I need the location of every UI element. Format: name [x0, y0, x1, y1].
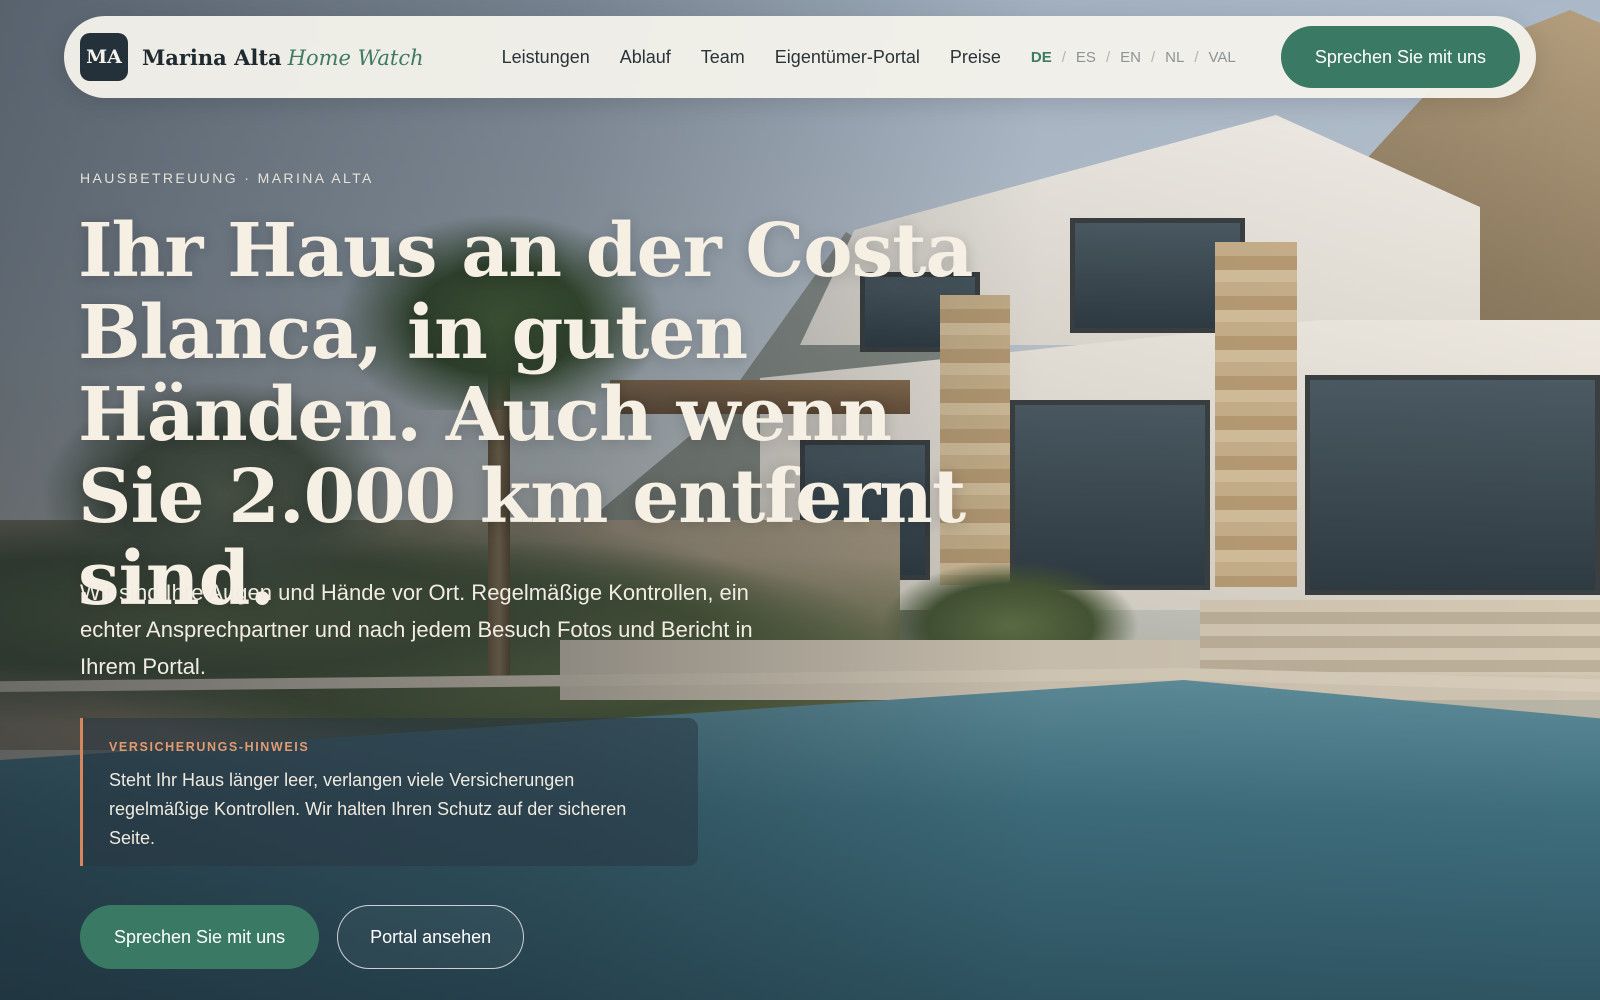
- hero-cta-group: Sprechen Sie mit uns Portal ansehen: [80, 905, 525, 969]
- nav-link-preise[interactable]: Preise: [950, 47, 1001, 68]
- language-es[interactable]: ES: [1076, 49, 1096, 66]
- brand-logo[interactable]: Marina Alta Home Watch: [142, 45, 424, 70]
- language-switcher: DE / ES / EN / NL / VAL: [1031, 49, 1236, 66]
- brand-accent: Home Watch: [287, 45, 424, 70]
- nav-contact-button[interactable]: Sprechen Sie mit uns: [1280, 26, 1520, 88]
- language-separator: /: [1150, 48, 1156, 66]
- view-portal-button[interactable]: Portal ansehen: [337, 905, 525, 969]
- insurance-notice-label: VERSICHERUNGS-HINWEIS: [109, 740, 310, 754]
- nav-link-team[interactable]: Team: [701, 47, 745, 68]
- main-menu: Leistungen Ablauf Team Eigentümer-Portal…: [502, 47, 1001, 68]
- language-val[interactable]: VAL: [1208, 49, 1235, 66]
- nav-link-leistungen[interactable]: Leistungen: [502, 47, 590, 68]
- insurance-notice-text: Steht Ihr Haus länger leer, verlangen vi…: [109, 770, 627, 848]
- language-separator: /: [1105, 48, 1111, 66]
- hero-headline: Ihr Haus an der Costa Blanca, in guten H…: [78, 208, 973, 622]
- top-navigation: MA Marina Alta Home Watch Leistungen Abla…: [64, 16, 1536, 98]
- language-separator: /: [1061, 48, 1066, 66]
- language-nl[interactable]: NL: [1165, 49, 1184, 66]
- hero-eyebrow: HAUSBETREUUNG · MARINA ALTA: [80, 170, 374, 186]
- brand-name: Marina Alta: [142, 44, 282, 70]
- nav-link-eigentuemer-portal[interactable]: Eigentümer-Portal: [775, 47, 920, 68]
- language-de[interactable]: DE: [1031, 49, 1052, 66]
- contact-button[interactable]: Sprechen Sie mit uns: [80, 905, 320, 969]
- language-separator: /: [1194, 48, 1199, 66]
- logo-mark[interactable]: MA: [80, 33, 128, 81]
- nav-link-ablauf[interactable]: Ablauf: [620, 47, 671, 68]
- language-en[interactable]: EN: [1120, 49, 1141, 66]
- hero-subtext: Wir sind Ihre Augen und Hände vor Ort. R…: [80, 580, 753, 679]
- insurance-notice: VERSICHERUNGS-HINWEIS Steht Ihr Haus län…: [80, 718, 698, 866]
